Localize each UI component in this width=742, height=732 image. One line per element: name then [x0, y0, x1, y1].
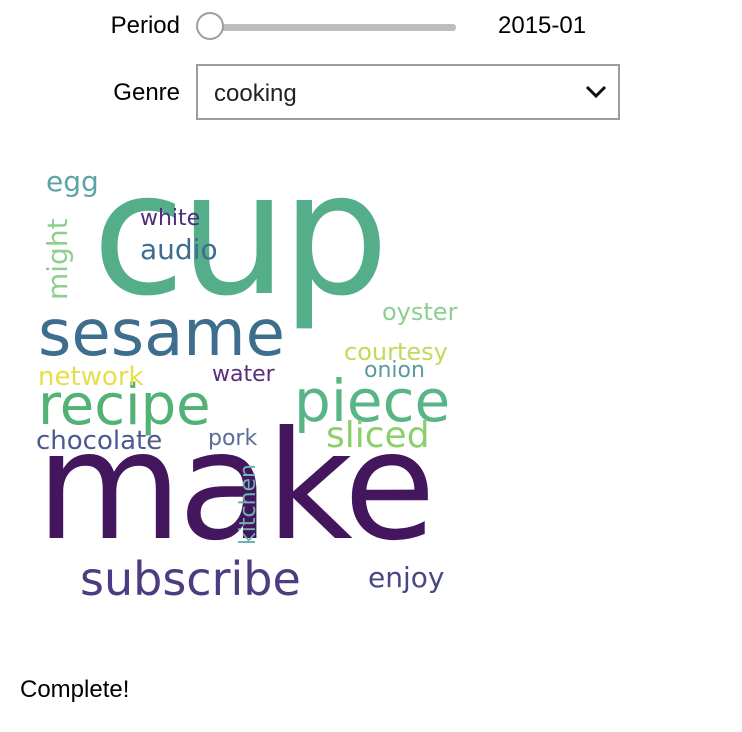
- word-enjoy: enjoy: [368, 561, 445, 594]
- word-cloud: cup sesame recipe piece make subscribe e…: [32, 150, 476, 620]
- word-cup: cup: [92, 136, 389, 334]
- word-subscribe: subscribe: [80, 552, 301, 606]
- genre-selected-value: cooking: [214, 80, 297, 107]
- word-onion: onion: [364, 358, 425, 383]
- status-text: Complete!: [20, 676, 130, 703]
- word-kitchen: kitchen: [236, 464, 261, 545]
- word-white: white: [140, 206, 201, 231]
- period-label: Period: [110, 12, 180, 39]
- period-value: 2015-01: [498, 12, 587, 39]
- word-audio: audio: [140, 233, 218, 266]
- word-sesame: sesame: [38, 297, 285, 371]
- slider-thumb[interactable]: [196, 12, 224, 40]
- genre-label: Genre: [113, 79, 180, 106]
- word-oyster: oyster: [382, 298, 458, 326]
- chevron-down-icon: [585, 85, 607, 99]
- word-egg: egg: [46, 165, 99, 198]
- word-might: might: [41, 218, 74, 300]
- word-sliced: sliced: [326, 415, 430, 456]
- word-pork: pork: [208, 426, 258, 451]
- slider-track[interactable]: [210, 24, 456, 31]
- word-water: water: [212, 362, 275, 387]
- word-network: network: [38, 362, 144, 392]
- genre-select[interactable]: cooking: [196, 64, 620, 120]
- word-chocolate: chocolate: [36, 426, 163, 456]
